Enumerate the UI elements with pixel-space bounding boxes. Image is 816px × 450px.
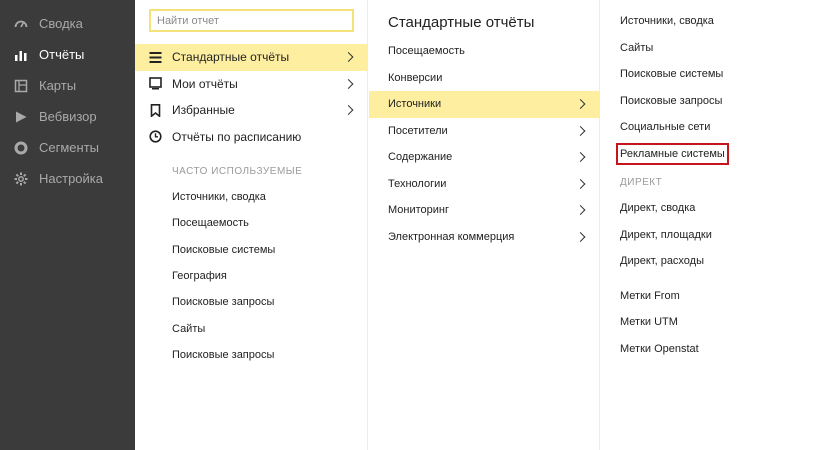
menu-item-label: Отчёты по расписанию	[172, 129, 302, 144]
menu-item-technologies[interactable]: Технологии	[369, 171, 600, 198]
monitor-icon	[149, 77, 162, 90]
menu-item-monitoring[interactable]: Мониторинг	[369, 197, 600, 224]
menu-item-my-reports[interactable]: Мои отчёты	[135, 71, 368, 98]
chevron-right-icon	[343, 52, 354, 63]
menu-item-content[interactable]: Содержание	[369, 144, 600, 171]
list-item-ad-systems-highlighted[interactable]: Рекламные системы	[616, 141, 729, 168]
reports-menu: Стандартные отчёты Мои отчёты Избранные …	[135, 44, 368, 150]
list-item[interactable]: Сайты	[620, 35, 729, 62]
list-item[interactable]: Директ, площадки	[620, 222, 729, 249]
sources-list: Источники, сводка Сайты Поисковые систем…	[616, 8, 729, 363]
menu-item-sources[interactable]: Источники	[369, 91, 600, 118]
list-item[interactable]: Директ, расходы	[620, 248, 729, 275]
chevron-right-icon	[343, 105, 354, 116]
menu-item-label: Конверсии	[388, 71, 443, 84]
list-item[interactable]: Метки From	[620, 283, 729, 310]
sidebar-item-webvisor[interactable]: Вебвизор	[0, 101, 135, 132]
sidebar-item-segments[interactable]: Сегменты	[0, 132, 135, 163]
sidebar-item-label: Сегменты	[39, 140, 100, 155]
menu-item-label: Посетители	[388, 124, 448, 137]
sidebar-item-label: Сводка	[39, 16, 83, 31]
menu-item-label: Технологии	[388, 177, 447, 190]
sidebar-item-label: Настройка	[39, 171, 103, 186]
sidebar-item-maps[interactable]: Карты	[0, 70, 135, 101]
panel-title: Стандартные отчёты	[388, 14, 535, 31]
search-report-input[interactable]	[149, 9, 354, 32]
list-item[interactable]: Источники, сводка	[620, 8, 729, 35]
menu-item-visitors[interactable]: Посетители	[369, 118, 600, 145]
menu-item-standard-reports[interactable]: Стандартные отчёты	[135, 44, 368, 71]
sidebar-item-label: Карты	[39, 78, 77, 93]
dashboard-icon	[14, 17, 28, 31]
play-icon	[14, 110, 28, 124]
menu-item-conversions[interactable]: Конверсии	[369, 65, 600, 92]
segments-icon	[14, 141, 28, 155]
chevron-right-icon	[575, 178, 586, 189]
sidebar-item-reports[interactable]: Отчёты	[0, 39, 135, 70]
sidebar-item-label: Вебвизор	[39, 109, 97, 124]
list-item[interactable]: Сайты	[172, 315, 275, 341]
menu-item-label: Содержание	[388, 151, 453, 164]
list-item[interactable]: Поисковые системы	[172, 237, 275, 263]
menu-item-label: Электронная коммерция	[388, 230, 515, 243]
list-item[interactable]: Посещаемость	[172, 210, 275, 236]
list-item[interactable]: Источники, сводка	[172, 184, 275, 210]
list-item[interactable]: Поисковые запросы	[620, 88, 729, 115]
gear-icon	[14, 172, 28, 186]
chevron-right-icon	[575, 152, 586, 163]
chevron-right-icon	[575, 205, 586, 216]
reports-menu-panel: Стандартные отчёты Мои отчёты Избранные …	[135, 0, 368, 450]
bookmark-icon	[149, 103, 162, 117]
frequent-section-heading: ЧАСТО ИСПОЛЬЗУЕМЫЕ	[172, 166, 303, 177]
sidebar-item-settings[interactable]: Настройка	[0, 163, 135, 194]
bar-chart-icon	[14, 48, 28, 62]
list-item[interactable]: Метки UTM	[620, 309, 729, 336]
highlight-box: Рекламные системы	[616, 142, 729, 165]
menu-item-ecommerce[interactable]: Электронная коммерция	[369, 224, 600, 251]
menu-item-label: Посещаемость	[388, 45, 465, 58]
standard-reports-menu: Посещаемость Конверсии Источники Посетит…	[369, 38, 600, 250]
menu-item-label: Избранные	[172, 103, 235, 118]
direct-section-heading: ДИРЕКТ	[620, 176, 663, 188]
list-item[interactable]: География	[172, 263, 275, 289]
menu-item-label: Мониторинг	[388, 204, 450, 217]
list-item[interactable]: Поисковые системы	[620, 61, 729, 88]
menu-item-attendance[interactable]: Посещаемость	[369, 38, 600, 65]
sidebar-item-label: Отчёты	[39, 47, 85, 62]
map-icon	[14, 79, 28, 93]
menu-item-favorites[interactable]: Избранные	[135, 97, 368, 124]
standard-reports-panel: Стандартные отчёты Посещаемость Конверси…	[369, 0, 600, 450]
list-item[interactable]: Метки Openstat	[620, 336, 729, 363]
frequent-reports-list: Источники, сводка Посещаемость Поисковые…	[172, 184, 275, 368]
list-item[interactable]: Социальные сети	[620, 114, 729, 141]
sources-panel: Источники, сводка Сайты Поисковые систем…	[601, 0, 816, 450]
menu-item-label: Стандартные отчёты	[172, 50, 290, 65]
chevron-right-icon	[575, 125, 586, 136]
main-sidebar: Сводка Отчёты Карты Вебвизор Сегменты На…	[0, 0, 135, 450]
chevron-right-icon	[343, 78, 354, 89]
list-item[interactable]: Поисковые запросы	[172, 289, 275, 315]
menu-item-scheduled-reports[interactable]: Отчёты по расписанию	[135, 124, 368, 151]
list-icon	[149, 51, 162, 64]
list-item[interactable]: Директ, сводка	[620, 195, 729, 222]
list-item[interactable]: Поисковые запросы	[172, 342, 275, 368]
chevron-right-icon	[575, 99, 586, 110]
sidebar-item-summary[interactable]: Сводка	[0, 8, 135, 39]
clock-icon	[149, 130, 162, 143]
menu-item-label: Мои отчёты	[172, 76, 238, 91]
chevron-right-icon	[575, 231, 586, 242]
menu-item-label: Источники	[388, 98, 442, 111]
